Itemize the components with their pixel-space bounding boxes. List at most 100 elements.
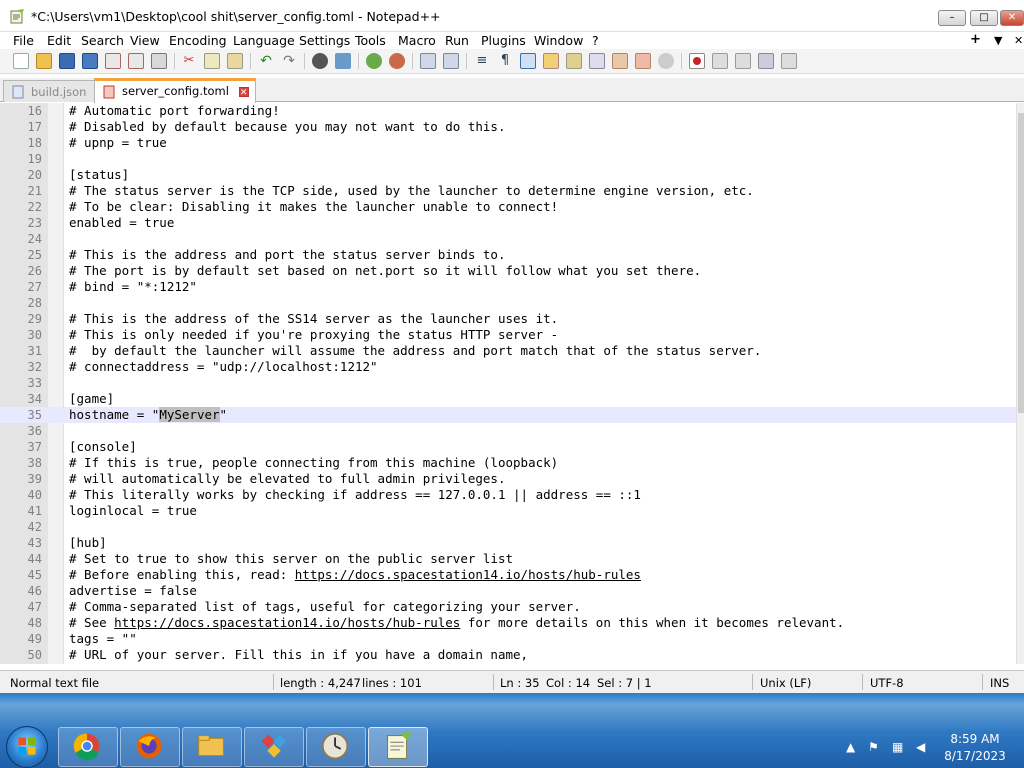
action-center-icon[interactable]: ⚑ — [868, 740, 882, 754]
code-line[interactable]: 29 # This is the address of the SS14 serv… — [0, 311, 1016, 327]
menu-tools[interactable]: Tools — [355, 33, 386, 48]
start-button[interactable] — [6, 726, 48, 768]
scrollbar-thumb[interactable] — [1018, 113, 1024, 413]
status-insert-mode[interactable]: INS — [990, 676, 1009, 690]
document-list-icon[interactable] — [589, 53, 605, 69]
menu-language[interactable]: Language — [233, 33, 295, 48]
run-macro-multiple-icon[interactable] — [758, 53, 774, 69]
menu-search[interactable]: Search — [81, 33, 124, 48]
volume-muted-icon[interactable]: ◀ — [916, 740, 930, 754]
menu-help[interactable]: ? — [592, 33, 599, 48]
code-line[interactable]: 21 # The status server is the TCP side, u… — [0, 183, 1016, 199]
menu-encoding[interactable]: Encoding — [169, 33, 227, 48]
taskbar-clock-app[interactable] — [306, 727, 366, 767]
code-line[interactable]: 48 # See https://docs.spacestation14.io/h… — [0, 615, 1016, 631]
code-line[interactable]: 28 — [0, 295, 1016, 311]
sync-horizontal-scroll-icon[interactable] — [443, 53, 459, 69]
function-list-icon[interactable] — [612, 53, 628, 69]
code-line[interactable]: 19 — [0, 151, 1016, 167]
document-map-icon[interactable] — [566, 53, 582, 69]
print-icon[interactable] — [151, 53, 167, 69]
user-defined-language-icon[interactable] — [543, 53, 559, 69]
code-line[interactable]: 30 # This is only needed if you're proxyi… — [0, 327, 1016, 343]
code-line[interactable]: 49 tags = "" — [0, 631, 1016, 647]
code-line[interactable]: 38 # If this is true, people connecting f… — [0, 455, 1016, 471]
taskbar-file-explorer[interactable] — [182, 727, 242, 767]
minimize-button[interactable]: – — [938, 10, 966, 26]
paste-icon[interactable] — [227, 53, 243, 69]
menu-edit[interactable]: Edit — [47, 33, 71, 48]
code-line[interactable]: 33 — [0, 375, 1016, 391]
code-line[interactable]: 39 # will automatically be elevated to fu… — [0, 471, 1016, 487]
zoom-in-icon[interactable] — [366, 53, 382, 69]
code-line[interactable]: 24 — [0, 231, 1016, 247]
code-line[interactable]: 20 [status] — [0, 167, 1016, 183]
taskbar-chrome[interactable] — [58, 727, 118, 767]
tab-list-dropdown-icon[interactable]: ▼ — [994, 34, 1002, 47]
code-line[interactable]: 23 enabled = true — [0, 215, 1016, 231]
open-file-icon[interactable] — [36, 53, 52, 69]
code-line[interactable]: 42 — [0, 519, 1016, 535]
cut-icon[interactable]: ✂ — [181, 53, 197, 69]
taskbar-firefox[interactable] — [120, 727, 180, 767]
code-line[interactable]: 27 # bind = "*:1212" — [0, 279, 1016, 295]
menu-run[interactable]: Run — [445, 33, 469, 48]
code-line[interactable]: 17 # Disabled by default because you may … — [0, 119, 1016, 135]
code-line[interactable]: 37 [console] — [0, 439, 1016, 455]
code-line[interactable]: 40 # This literally works by checking if … — [0, 487, 1016, 503]
save-all-icon[interactable] — [82, 53, 98, 69]
close-file-icon[interactable] — [105, 53, 121, 69]
show-hidden-icons-icon[interactable]: ▲ — [846, 740, 860, 754]
maximize-button[interactable]: □ — [970, 10, 998, 26]
code-line[interactable]: 26 # The port is by default set based on … — [0, 263, 1016, 279]
taskbar-git-extensions[interactable] — [244, 727, 304, 767]
code-line[interactable]: 22 # To be clear: Disabling it makes the … — [0, 199, 1016, 215]
copy-icon[interactable] — [204, 53, 220, 69]
save-icon[interactable] — [59, 53, 75, 69]
code-line[interactable]: 45 # Before enabling this, read: https://… — [0, 567, 1016, 583]
save-macro-icon[interactable] — [781, 53, 797, 69]
new-tab-plus-icon[interactable]: + — [970, 32, 981, 47]
replace-icon[interactable] — [335, 53, 351, 69]
find-icon[interactable] — [312, 53, 328, 69]
menu-view[interactable]: View — [130, 33, 160, 48]
network-icon[interactable]: ▦ — [892, 740, 906, 754]
text-editor[interactable]: 16 # Automatic port forwarding! 17 # Disabl… — [0, 103, 1016, 664]
redo-icon[interactable]: ↷ — [281, 53, 297, 69]
code-line[interactable]: 41 loginlocal = true — [0, 503, 1016, 519]
taskbar-clock[interactable]: 8:59 AM 8/17/2023 — [940, 731, 1010, 765]
indent-guide-icon[interactable] — [520, 53, 536, 69]
tab-server-config-toml[interactable]: server_config.toml ✕ — [94, 78, 256, 103]
menu-window[interactable]: Window — [534, 33, 583, 48]
vertical-scrollbar[interactable] — [1016, 103, 1024, 664]
menu-file[interactable]: File — [13, 33, 34, 48]
code-line[interactable]: 18 # upnp = true — [0, 135, 1016, 151]
status-encoding[interactable]: UTF-8 — [870, 676, 904, 690]
new-file-icon[interactable] — [13, 53, 29, 69]
code-line[interactable]: 50 # URL of your server. Fill this in if … — [0, 647, 1016, 663]
code-line[interactable]: 34 [game] — [0, 391, 1016, 407]
close-all-icon[interactable] — [128, 53, 144, 69]
code-line[interactable]: 31 # by default the launcher will assume … — [0, 343, 1016, 359]
taskbar-notepad-plus-plus[interactable] — [368, 727, 428, 767]
code-line[interactable]: 32 # connectaddress = "udp://localhost:12… — [0, 359, 1016, 375]
hyperlink[interactable]: https://docs.spacestation14.io/hosts/hub… — [295, 567, 641, 582]
playback-macro-icon[interactable] — [735, 53, 751, 69]
undo-icon[interactable]: ↶ — [258, 53, 274, 69]
code-line[interactable]: 46 advertise = false — [0, 583, 1016, 599]
code-area[interactable]: 16 # Automatic port forwarding! 17 # Disabl… — [0, 103, 1016, 663]
folder-as-workspace-icon[interactable] — [635, 53, 651, 69]
tab-close-icon[interactable]: ✕ — [238, 87, 249, 98]
stop-recording-icon[interactable] — [712, 53, 728, 69]
menu-plugins[interactable]: Plugins — [481, 33, 526, 48]
menu-macro[interactable]: Macro — [398, 33, 436, 48]
code-line[interactable]: 25 # This is the address and port the sta… — [0, 247, 1016, 263]
code-line[interactable]: 16 # Automatic port forwarding! — [0, 103, 1016, 119]
close-tab-icon[interactable]: ✕ — [1014, 34, 1023, 47]
hyperlink[interactable]: https://docs.spacestation14.io/hosts/hub… — [114, 615, 460, 630]
code-line[interactable]: 44 # Set to true to show this server on t… — [0, 551, 1016, 567]
monitoring-icon[interactable] — [658, 53, 674, 69]
record-macro-icon[interactable] — [689, 53, 705, 69]
code-line[interactable]: 43 [hub] — [0, 535, 1016, 551]
menu-settings[interactable]: Settings — [299, 33, 350, 48]
